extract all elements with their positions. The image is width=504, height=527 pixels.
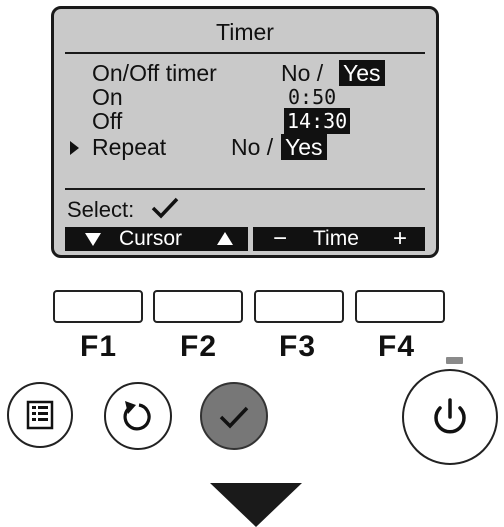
off-label: Off [92, 108, 123, 134]
f2-label: F2 [180, 330, 218, 363]
repeat-label: Repeat [92, 134, 167, 160]
f4-button[interactable] [355, 290, 445, 323]
screen-title: Timer [216, 19, 274, 45]
onoff-timer-label: On/Off timer [92, 60, 217, 86]
arrow-down-icon [210, 483, 302, 527]
menu-list-icon [26, 400, 54, 430]
confirm-button[interactable] [200, 382, 268, 450]
cursor-label: Cursor [119, 227, 183, 250]
repeat-yes-option-selected: Yes [281, 134, 327, 160]
power-button[interactable] [402, 369, 498, 465]
minus-icon: − [273, 225, 288, 252]
plus-icon: + [393, 225, 408, 252]
onoff-no-option: No / [281, 60, 324, 86]
softkey-time-bar: − Time + [253, 227, 425, 251]
lcd-screen: Timer On/Off timer No / Yes On 0:50 Off … [51, 6, 439, 258]
f1-button[interactable] [53, 290, 143, 323]
f3-label: F3 [279, 330, 317, 363]
power-led [446, 357, 463, 364]
title-divider [65, 52, 425, 54]
triangle-down-icon [85, 233, 101, 246]
footer-divider [65, 188, 425, 190]
repeat-no-option: No / [231, 134, 274, 160]
f1-label: F1 [80, 330, 118, 363]
menu-button[interactable] [7, 382, 73, 448]
off-time-value-selected: 14:30 [284, 108, 351, 134]
triangle-up-icon [217, 232, 233, 245]
onoff-yes-option-selected: Yes [339, 60, 385, 86]
checkmark-icon [219, 406, 249, 429]
on-time-value: 0:50 [288, 85, 337, 109]
power-icon [434, 398, 466, 434]
f3-button[interactable] [254, 290, 344, 323]
checkmark-icon [151, 197, 179, 219]
f2-button[interactable] [153, 290, 243, 323]
return-button[interactable] [104, 382, 172, 450]
cursor-arrow-icon [70, 141, 79, 155]
select-label: Select: [67, 197, 135, 222]
time-label: Time [313, 227, 359, 250]
on-label: On [92, 84, 123, 110]
softkey-cursor-bar: Cursor [65, 227, 248, 251]
f4-label: F4 [378, 330, 416, 363]
return-icon [123, 401, 151, 431]
